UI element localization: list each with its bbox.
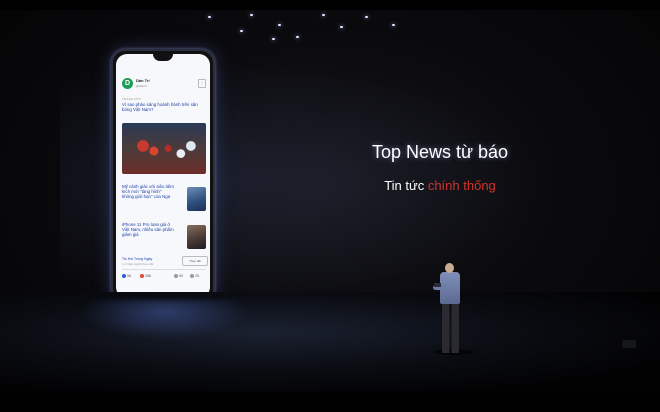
follow-button: Theo dõi bbox=[182, 256, 208, 266]
article-headline: Mỹ cảnh giác với siêu tiêm kích mới "tàn… bbox=[122, 184, 174, 200]
divider bbox=[122, 269, 206, 270]
comment-icon bbox=[174, 274, 178, 279]
phone-screen: D Dân Trí @dantri ⋮ TRANG MỚI Vì sao phá… bbox=[116, 54, 210, 298]
phone-notch bbox=[153, 54, 173, 61]
stat-item: 25 bbox=[190, 274, 199, 279]
presenter-legs bbox=[442, 303, 459, 353]
slide-subtitle-part1: Tin tức bbox=[384, 178, 428, 193]
reaction-icon bbox=[140, 274, 144, 279]
article-thumbnail bbox=[187, 187, 206, 211]
phone-mockup: D Dân Trí @dantri ⋮ TRANG MỚI Vì sao phá… bbox=[111, 49, 215, 303]
article-headline: iPhone 11 Pro loan giá ở Việt Nam, nhiều… bbox=[122, 222, 174, 238]
app-name: Dân Trí bbox=[136, 78, 150, 83]
presenter bbox=[433, 263, 473, 355]
article-thumbnail bbox=[187, 225, 206, 249]
feed-title: Tin Hot Trong Ngày bbox=[122, 257, 153, 261]
like-icon bbox=[122, 274, 126, 279]
feed-followers: 1,2 triệu người theo dõi bbox=[122, 262, 154, 266]
app-header: D Dân Trí @dantri ⋮ bbox=[122, 78, 206, 96]
letterbox-top bbox=[0, 0, 660, 10]
letterbox-bottom bbox=[0, 392, 660, 412]
keynote-stage: D Dân Trí @dantri ⋮ TRANG MỚI Vì sao phá… bbox=[0, 0, 660, 412]
presenter-head bbox=[445, 263, 454, 273]
section-label: TRANG MỚI bbox=[122, 97, 142, 101]
article-headline: Vì sao pháo sáng hoành hành trên sân bón… bbox=[122, 102, 198, 113]
slide-subtitle: Tin tức chính thống bbox=[300, 178, 580, 193]
menu-icon: ⋮ bbox=[198, 79, 206, 88]
slide-subtitle-part2: chính thống bbox=[427, 178, 496, 193]
stat-item: 286 bbox=[140, 274, 151, 279]
share-icon bbox=[190, 274, 194, 279]
stat-item: 90 bbox=[174, 274, 183, 279]
floor-reflection bbox=[80, 300, 250, 340]
stage-monitor bbox=[622, 340, 636, 348]
presenter-device bbox=[434, 283, 441, 287]
slide-title: Top News từ báo bbox=[371, 142, 509, 162]
article-hero-image bbox=[122, 123, 206, 174]
app-logo-icon: D bbox=[122, 78, 133, 89]
app-handle: @dantri bbox=[136, 84, 147, 88]
stat-item: 96 bbox=[122, 274, 131, 279]
